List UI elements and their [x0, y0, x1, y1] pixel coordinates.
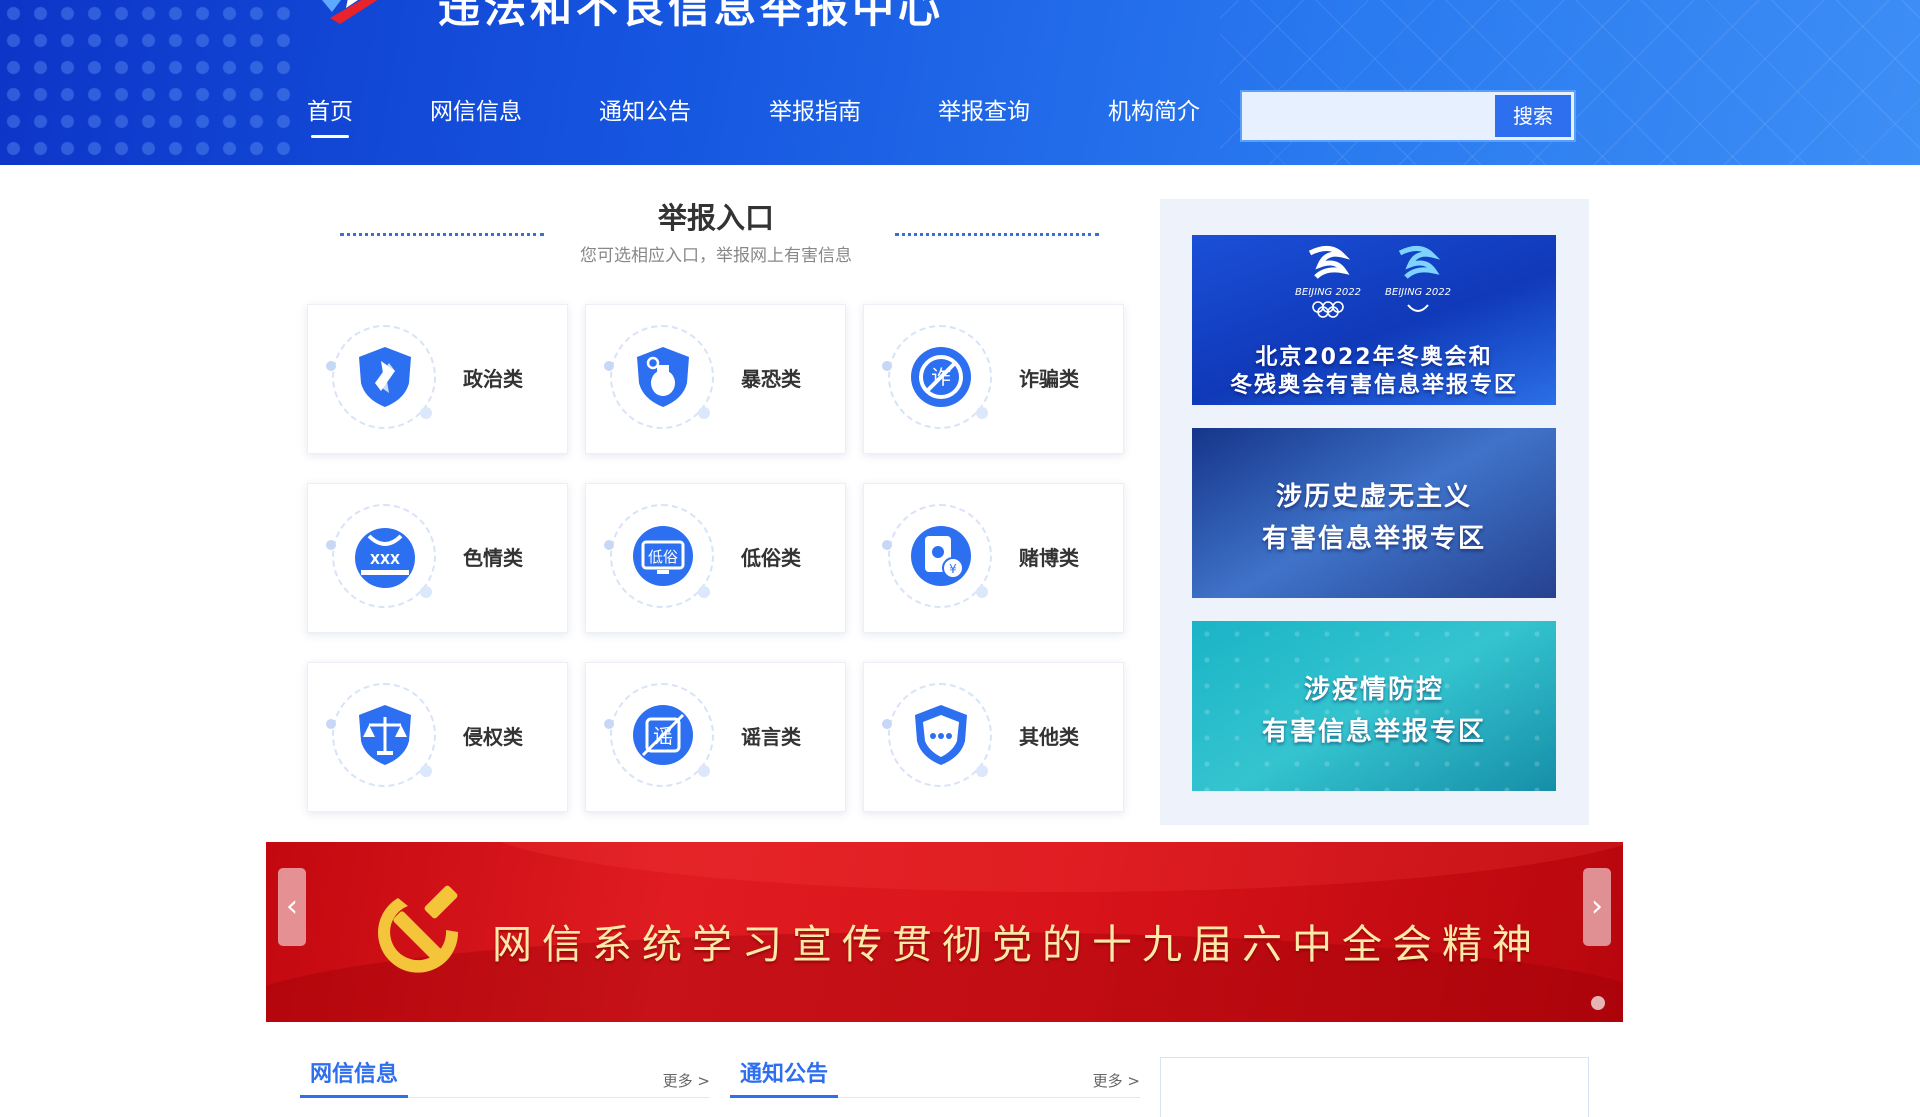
- svg-text:低俗: 低俗: [648, 548, 678, 566]
- banner-line: 有害信息举报专区: [1261, 717, 1486, 747]
- more-link-cac-info[interactable]: 更多 >: [663, 1070, 710, 1091]
- search-input[interactable]: [1242, 92, 1498, 140]
- category-card-fraud[interactable]: 诈 诈骗类: [863, 304, 1124, 454]
- banner-line: 涉历史虚无主义: [1275, 482, 1472, 512]
- nav-home[interactable]: 首页: [307, 92, 353, 138]
- olympic-emblem-icon: BEIJING 2022 BEIJING 2022: [1295, 246, 1451, 318]
- banner-line: 涉疫情防控: [1303, 675, 1444, 705]
- scales-shield-icon: [359, 705, 411, 765]
- category-card-terror[interactable]: 暴恐类: [585, 304, 846, 454]
- header-dot-pattern: [0, 0, 290, 165]
- cac-info-list-header: 网信信息 更多 >: [300, 1050, 710, 1098]
- category-card-porn[interactable]: XXX 色情类: [307, 483, 568, 633]
- banner-line: 有害信息举报专区: [1261, 524, 1486, 554]
- nav-about[interactable]: 机构简介: [1108, 92, 1200, 126]
- report-entry-title: 举报入口: [657, 201, 774, 235]
- history-nihilism-report-banner[interactable]: 涉历史虚无主义 有害信息举报专区: [1192, 428, 1556, 598]
- category-card-other[interactable]: 其他类: [863, 662, 1124, 812]
- carousel-slogan: 网信系统学习宣传贯彻党的十九届六中全会精神: [492, 922, 1542, 968]
- banner-wave: [466, 842, 1623, 892]
- report-entry-header: 举报入口 您可选相应入口，举报网上有害信息: [307, 195, 1125, 275]
- chat-shield-icon: [915, 705, 967, 765]
- category-label: 政治类: [463, 367, 523, 391]
- category-label: 赌博类: [1019, 546, 1079, 570]
- notices-list-header: 通知公告 更多 >: [730, 1050, 1140, 1098]
- xxx-icon: XXX: [355, 528, 415, 588]
- olympics-report-banner[interactable]: BEIJING 2022 BEIJING 2022 北京2022年冬奥会和 冬残…: [1192, 235, 1556, 405]
- fraud-icon: 诈: [911, 347, 971, 407]
- category-card-rumor[interactable]: 谣 谣言类: [585, 662, 846, 812]
- carousel-prev-button[interactable]: ‹: [278, 868, 306, 946]
- tab-notices[interactable]: 通知公告: [730, 1056, 839, 1098]
- search-button[interactable]: 搜索: [1495, 95, 1571, 137]
- search-box: 搜索: [1240, 90, 1576, 142]
- category-label: 低俗类: [741, 546, 801, 570]
- epidemic-report-banner[interactable]: 涉疫情防控 有害信息举报专区: [1192, 621, 1556, 791]
- carousel-next-button[interactable]: ›: [1583, 868, 1611, 946]
- political-shield-icon: [359, 347, 411, 407]
- grenade-shield-icon: [637, 347, 689, 407]
- tab-cac-info[interactable]: 网信信息: [300, 1056, 409, 1098]
- gambling-card-icon: ¥: [911, 526, 971, 586]
- category-card-political[interactable]: 政治类: [307, 304, 568, 454]
- banner-line: 冬残奥会有害信息举报专区: [1229, 373, 1518, 398]
- site-header: 违法和不良信息举报中心 首页 网信信息 通知公告 举报指南 举报查询 机构简介 …: [0, 0, 1920, 165]
- site-title[interactable]: 违法和不良信息举报中心: [438, 0, 944, 35]
- special-zone-panel: BEIJING 2022 BEIJING 2022 北京2022年冬奥会和 冬残…: [1160, 199, 1589, 825]
- carousel-banner[interactable]: 网信系统学习宣传贯彻党的十九届六中全会精神 ‹ ›: [266, 842, 1623, 1022]
- olympic-logo-text: BEIJING 2022: [1295, 287, 1361, 298]
- report-entry-subtitle: 您可选相应入口，举报网上有害信息: [580, 246, 852, 266]
- category-label: 色情类: [463, 546, 523, 570]
- rumor-icon: 谣: [633, 705, 693, 765]
- nav-report-query[interactable]: 举报查询: [938, 92, 1030, 126]
- category-label: 谣言类: [741, 725, 801, 749]
- svg-text:诈: 诈: [931, 365, 951, 389]
- category-card-vulgar[interactable]: 低俗 低俗类: [585, 483, 846, 633]
- category-label: 侵权类: [463, 725, 523, 749]
- svg-text:¥: ¥: [949, 562, 957, 576]
- category-card-gambling[interactable]: ¥ 赌博类: [863, 483, 1124, 633]
- hammer-sickle-icon: [378, 885, 459, 973]
- category-label: 暴恐类: [741, 367, 801, 391]
- svg-text:XXX: XXX: [370, 553, 400, 568]
- nav-cac-info[interactable]: 网信信息: [430, 92, 522, 126]
- category-card-infringement[interactable]: 侵权类: [307, 662, 568, 812]
- nav-notices[interactable]: 通知公告: [599, 92, 691, 126]
- hexagon-pattern: [1192, 621, 1556, 791]
- vulgar-monitor-icon: 低俗: [633, 526, 693, 586]
- carousel-dot-indicator[interactable]: [1591, 996, 1605, 1010]
- category-label: 其他类: [1019, 725, 1079, 749]
- more-link-notices[interactable]: 更多 >: [1093, 1070, 1140, 1091]
- site-logo-icon[interactable]: [312, 0, 396, 24]
- bottom-right-panel: [1160, 1057, 1589, 1117]
- paralympic-logo-text: BEIJING 2022: [1385, 287, 1451, 298]
- nav-report-guide[interactable]: 举报指南: [769, 92, 861, 126]
- category-label: 诈骗类: [1019, 367, 1079, 391]
